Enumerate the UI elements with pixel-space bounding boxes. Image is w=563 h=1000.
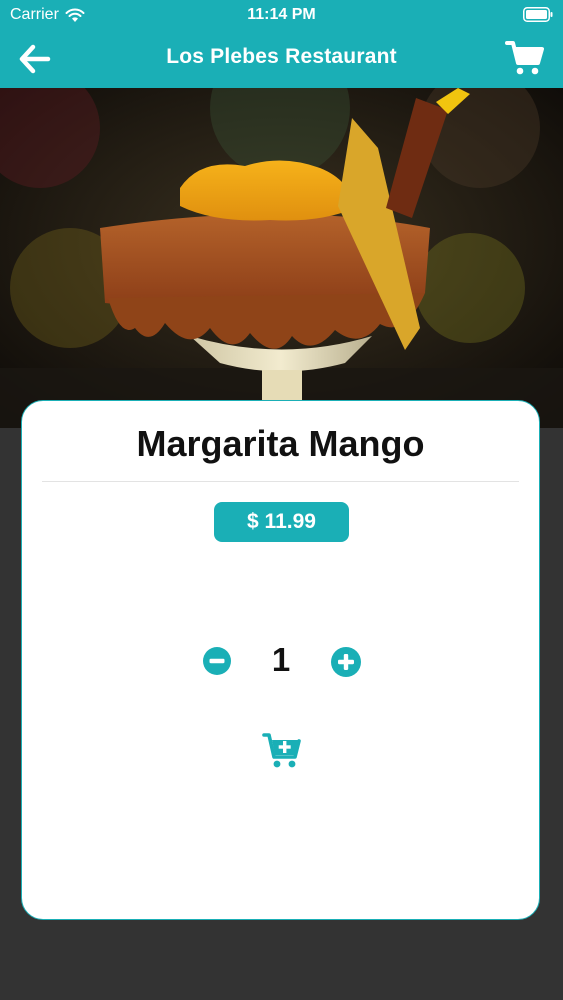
quantity-value: 1 xyxy=(271,641,291,678)
margarita-photo xyxy=(0,88,563,428)
minus-circle-icon[interactable] xyxy=(202,646,232,676)
product-detail-screen: Carrier 11:14 PM Los Plebes Restaurant M… xyxy=(0,0,563,1000)
cart-plus-icon[interactable] xyxy=(262,731,302,769)
product-card: Margarita Mango $ 11.99 1 xyxy=(21,400,540,920)
divider xyxy=(42,481,519,482)
navigation-bar: Los Plebes Restaurant xyxy=(0,30,563,88)
status-bar: Carrier 11:14 PM xyxy=(0,0,563,30)
battery-icon xyxy=(523,7,553,22)
page-title: Los Plebes Restaurant xyxy=(166,45,397,68)
plus-circle-icon[interactable] xyxy=(330,646,362,678)
app-header: Carrier 11:14 PM Los Plebes Restaurant xyxy=(0,0,563,88)
status-time: 11:14 PM xyxy=(247,6,316,23)
product-name: Margarita Mango xyxy=(136,423,425,464)
cart-icon[interactable] xyxy=(505,38,545,78)
price-badge: $ 11.99 xyxy=(214,502,349,542)
product-image xyxy=(0,88,563,428)
